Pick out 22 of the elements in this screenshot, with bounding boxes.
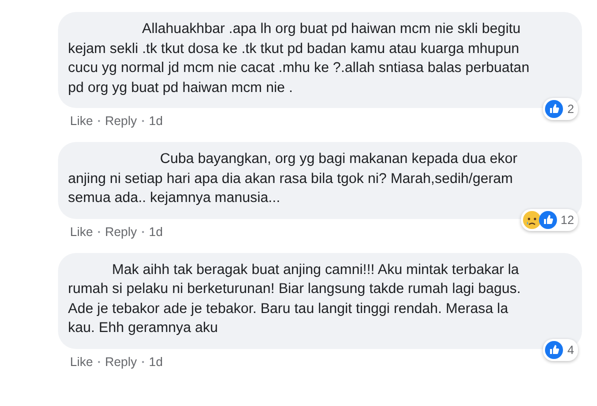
thumbs-up-icon <box>538 210 557 228</box>
comment-text: Cuba bayangkan, org yg bagi makanan kepada dua ekor anjing ni setiap hari apa dia akan rasa bila tgok ni? Marah,sedih/geram semua ada.. kejamnya manusia... <box>68 150 518 208</box>
like-link[interactable]: Like <box>70 224 93 238</box>
reply-link[interactable]: Reply <box>104 354 137 368</box>
comment-text: Allahuakhbar .apa lh org buat pd haiwan mcm nie skli begitu kejam sekli .tk tkut dosa ke .tk tkut pd badan kamu atau kuarga mhupun cucu yg normal jd mcm nie cacat .mhu ke ?.allah sntiasa balas perbuatan pd org yg buat pd haiwan mcm nie . <box>68 20 530 98</box>
comment-time: 1d <box>148 354 163 368</box>
reaction-summary[interactable]: 2 <box>543 98 578 120</box>
reaction-summary[interactable]: 12 <box>520 208 578 230</box>
thumbs-up-icon <box>545 340 564 358</box>
reaction-count: 4 <box>567 342 574 356</box>
comment-time: 1d <box>148 114 163 128</box>
thumbs-up-icon <box>545 100 564 118</box>
reaction-count: 12 <box>560 212 574 226</box>
reply-link[interactable]: Reply <box>104 114 137 128</box>
comment-time: 1d <box>148 224 163 238</box>
reaction-summary[interactable]: 4 <box>543 338 578 360</box>
reaction-count: 2 <box>567 102 574 116</box>
sad-face-icon <box>522 210 541 228</box>
comment-text: Mak aihh tak beragak buat anjing camni!!! Aku mintak terbakar la rumah si pelaku ni berketurunan! Biar langsung takde rumah lagi bagus. Ade je tebakor ade je tebakor. Baru tau langit tinggi rendah. Merasa la kau. Ehh geramnya aku <box>68 260 522 338</box>
reply-link[interactable]: Reply <box>104 224 137 238</box>
like-link[interactable]: Like <box>70 114 93 128</box>
like-link[interactable]: Like <box>70 354 93 368</box>
